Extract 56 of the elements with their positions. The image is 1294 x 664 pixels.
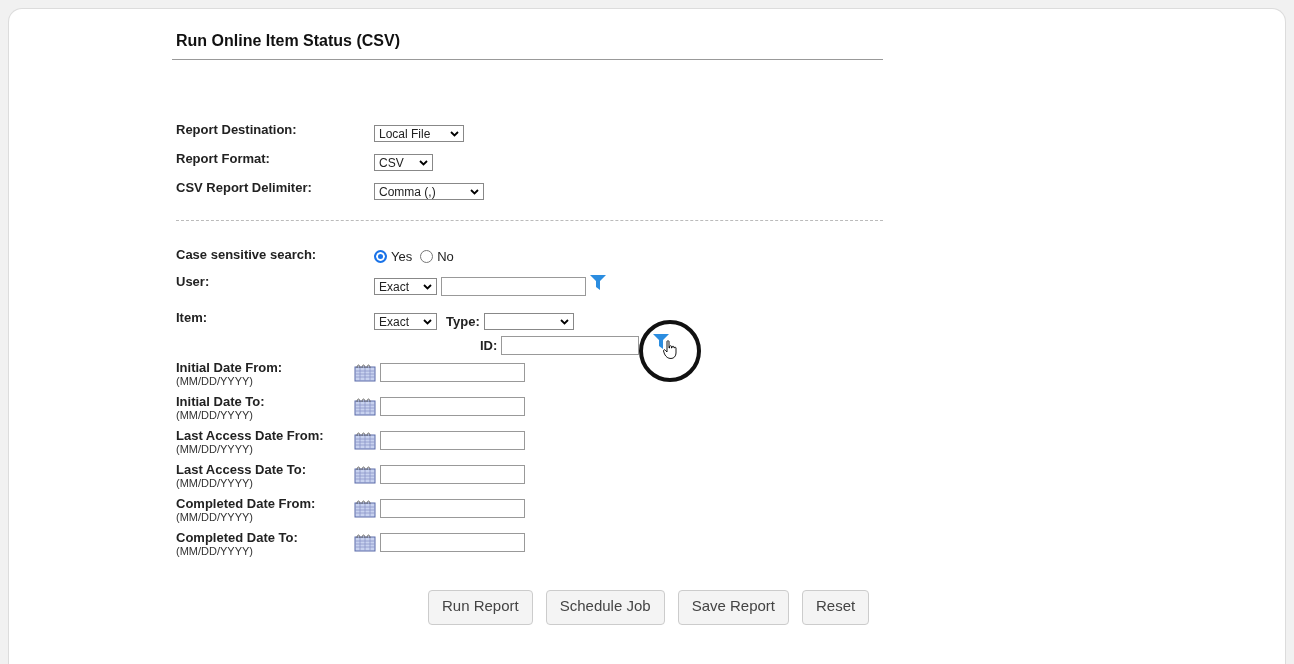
date-input-field[interactable] [380,533,525,552]
field-label: Initial Date To: [176,394,265,409]
calendar-icon[interactable] [354,431,376,450]
caret-icon [423,283,432,290]
field-label: Report Format: [176,151,270,166]
field-label: Initial Date From: [176,360,283,375]
dropdown[interactable]: Exact [374,278,437,295]
field-label: Last Access Date From: [176,428,324,443]
date-input-field[interactable] [380,465,525,484]
caret-icon [423,318,432,325]
filter-icon[interactable] [590,275,606,290]
dropdown[interactable]: Exact [374,313,437,330]
dropdown[interactable]: Local File [374,125,464,142]
radio-option[interactable]: Yes [374,249,413,264]
field-label: CSV Report Delimiter: [176,180,312,195]
field-label: Type: [446,314,480,329]
user-input-field[interactable] [441,277,586,296]
calendar-icon[interactable] [354,363,376,382]
field-label: Report Destination: [176,122,297,137]
date-input-field[interactable] [380,499,525,518]
caret-icon [559,318,569,325]
field-label: Item: [176,310,208,325]
radio-option[interactable]: No [420,249,454,264]
date-format-hint: (MM/DD/YYYY) [176,511,253,523]
dropdown[interactable] [483,313,574,330]
field-label: Case sensitive search: [176,247,317,262]
hand-cursor-icon [663,340,678,359]
calendar-icon[interactable] [354,465,376,484]
date-format-hint: (MM/DD/YYYY) [176,375,253,387]
field-label: User: [176,274,210,289]
page-title: Run Online Item Status (CSV) [176,32,400,50]
date-format-hint: (MM/DD/YYYY) [176,477,253,489]
caret-icon [419,159,428,166]
calendar-icon[interactable] [354,397,376,416]
filter-icon[interactable] [653,334,670,349]
field-label: Completed Date From: [176,496,316,511]
date-input-field[interactable] [380,397,525,416]
field-label: Last Access Date To: [176,462,307,477]
calendar-icon[interactable] [354,533,376,552]
caret-icon [470,188,479,195]
dropdown[interactable]: CSV [374,154,433,171]
calendar-icon[interactable] [354,499,376,518]
date-format-hint: (MM/DD/YYYY) [176,545,253,557]
item-id-input-field[interactable] [501,336,640,355]
field-label: Completed Date To: [176,530,298,545]
field-label: ID: [480,338,498,353]
form-button[interactable]: Save Report [677,590,789,625]
form-button[interactable]: Schedule Job [545,590,665,625]
date-input-field[interactable] [380,431,525,450]
form-button[interactable]: Run Report [428,590,533,625]
date-format-hint: (MM/DD/YYYY) [176,443,253,455]
dropdown[interactable]: Comma (,) [374,183,484,200]
date-input-field[interactable] [380,363,525,382]
form-button[interactable]: Reset [802,590,870,625]
date-format-hint: (MM/DD/YYYY) [176,409,253,421]
caret-icon [450,130,459,137]
